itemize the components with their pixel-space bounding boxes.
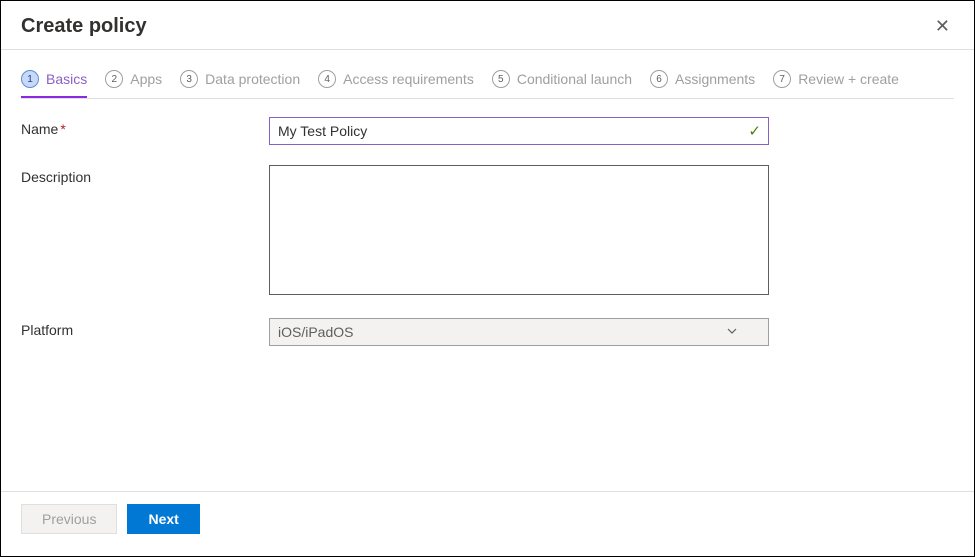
dialog-header: Create policy ✕ (1, 1, 974, 49)
field-row-description: Description (21, 165, 954, 298)
tab-assignments[interactable]: 6 Assignments (650, 70, 755, 98)
field-row-name: Name* ✓ (21, 117, 954, 145)
platform-control: iOS/iPadOS (269, 318, 769, 346)
step-number-icon: 2 (105, 70, 123, 88)
tab-review-create[interactable]: 7 Review + create (773, 70, 899, 98)
field-row-platform: Platform iOS/iPadOS (21, 318, 954, 346)
tab-label: Data protection (205, 71, 300, 87)
tab-label: Assignments (675, 71, 755, 87)
platform-value: iOS/iPadOS (278, 324, 353, 340)
tab-label: Basics (46, 71, 87, 87)
tab-label: Conditional launch (517, 71, 632, 87)
next-button[interactable]: Next (127, 504, 199, 534)
platform-select[interactable]: iOS/iPadOS (269, 318, 769, 346)
platform-label: Platform (21, 318, 269, 338)
step-number-icon: 7 (773, 70, 791, 88)
description-textarea[interactable] (269, 165, 769, 295)
required-asterisk-icon: * (60, 121, 65, 137)
name-label-text: Name (21, 121, 58, 137)
wizard-tabs: 1 Basics 2 Apps 3 Data protection 4 Acce… (1, 50, 974, 98)
page-title: Create policy (21, 15, 147, 38)
chevron-down-icon (726, 325, 738, 340)
step-number-icon: 3 (180, 70, 198, 88)
tab-data-protection[interactable]: 3 Data protection (180, 70, 300, 98)
name-input[interactable] (269, 117, 769, 145)
form-area: Name* ✓ Description Platform iOS/iPadOS (1, 99, 974, 384)
previous-button[interactable]: Previous (21, 504, 117, 534)
step-number-icon: 6 (650, 70, 668, 88)
tab-label: Apps (130, 71, 162, 87)
close-icon[interactable]: ✕ (931, 13, 954, 39)
tab-label: Access requirements (343, 71, 474, 87)
tab-basics[interactable]: 1 Basics (21, 70, 87, 98)
description-label: Description (21, 165, 269, 185)
description-control (269, 165, 769, 298)
step-number-icon: 1 (21, 70, 39, 88)
footer: Previous Next (1, 491, 974, 546)
step-number-icon: 4 (318, 70, 336, 88)
name-input-wrap: ✓ (269, 117, 769, 145)
tab-label: Review + create (798, 71, 899, 87)
step-number-icon: 5 (492, 70, 510, 88)
tab-conditional-launch[interactable]: 5 Conditional launch (492, 70, 632, 98)
name-label: Name* (21, 117, 269, 137)
tab-access-requirements[interactable]: 4 Access requirements (318, 70, 474, 98)
tab-apps[interactable]: 2 Apps (105, 70, 162, 98)
